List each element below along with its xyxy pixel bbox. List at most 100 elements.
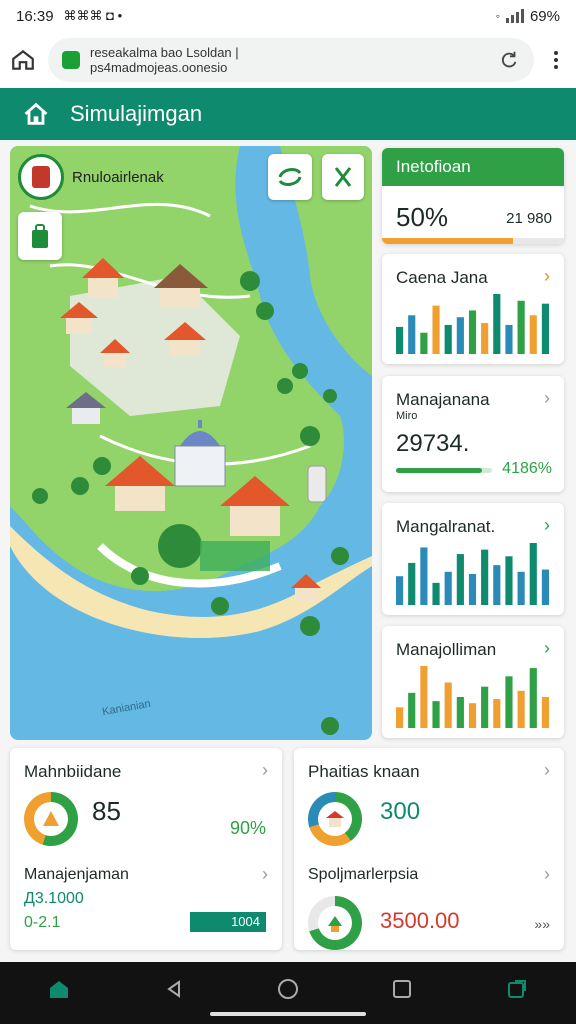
chart-bar xyxy=(468,310,477,354)
browser-toolbar: reseakalma bao Lsoldan | ps4madmojeas.oo… xyxy=(0,32,576,88)
clock: 16:39 xyxy=(16,7,54,25)
chart-card-3-title: Mangalranat. xyxy=(396,517,496,536)
chart-card-1-bars xyxy=(396,294,549,354)
chart-bar xyxy=(481,686,489,728)
info-card-value: 21 980 xyxy=(506,210,552,227)
chevron-right-icon[interactable]: › xyxy=(262,760,268,781)
app-bar: Simulajimgan xyxy=(0,88,576,140)
chart-bar xyxy=(420,547,428,605)
url-line2: ps4madmojeas.oonesio xyxy=(90,60,228,75)
chart-bar xyxy=(493,565,501,605)
menu-dots-icon[interactable] xyxy=(546,47,566,73)
chevron-right-icon[interactable]: › xyxy=(544,864,550,885)
summary-right-title: Phaitias knaan xyxy=(308,762,420,781)
stat-card-2[interactable]: Manajanana › Miro 29734. 4186% xyxy=(382,376,564,492)
recents-icon[interactable] xyxy=(392,979,412,999)
app-title: Simulajimgan xyxy=(70,101,203,126)
chart-bar xyxy=(541,569,549,605)
refresh-icon[interactable] xyxy=(498,49,520,71)
summary-left-subtitle: Manajenjaman xyxy=(24,866,129,883)
stat-card-2-subtitle: Miro xyxy=(396,410,418,422)
lock-icon xyxy=(62,51,80,69)
stat-card-2-progress-fill xyxy=(396,468,483,473)
chart-card-1[interactable]: Caena Jana › xyxy=(382,254,564,364)
info-progress-track xyxy=(382,238,564,244)
chart-bar xyxy=(541,303,549,354)
summary-left-button[interactable]: 1004 xyxy=(190,912,266,932)
chart-bar xyxy=(456,697,464,728)
tools-icon xyxy=(334,167,352,187)
summary-right-donut xyxy=(308,792,362,846)
chevron-right-icon[interactable]: › xyxy=(544,638,550,659)
info-card[interactable]: Inetofioan 50% 21 980 xyxy=(382,148,564,244)
summary-left-sub-value-2: 0-2.1 xyxy=(24,914,61,931)
chart-bar xyxy=(444,682,452,728)
stat-card-2-title: Manajanana xyxy=(396,390,490,409)
battery-level: 69% xyxy=(529,7,560,25)
summary-left-title: Mahnbiidane xyxy=(24,762,122,781)
info-progress-fill xyxy=(382,238,514,244)
chevron-right-icon[interactable]: › xyxy=(544,388,550,409)
chart-bar xyxy=(517,300,525,354)
info-card-percent: 50% xyxy=(396,202,449,232)
chevron-right-icon[interactable]: › xyxy=(544,515,550,536)
home-icon[interactable] xyxy=(10,47,36,73)
gesture-bar[interactable] xyxy=(210,1012,366,1016)
chart-bar xyxy=(444,324,452,354)
chevron-right-icon[interactable]: › xyxy=(544,266,550,287)
summary-right-sub-value: 3500.00 xyxy=(380,908,460,933)
home-icon[interactable] xyxy=(22,100,50,128)
map-badge: Rnuloairlenak xyxy=(18,154,164,200)
pagoda-icon xyxy=(328,916,342,932)
sync-icon xyxy=(278,168,302,186)
chart-bar xyxy=(408,315,416,354)
system-nav-bar xyxy=(0,962,576,1024)
chart-card-1-title: Caena Jana xyxy=(396,268,488,287)
island-map[interactable]: Rnuloairlenak Kanianian xyxy=(10,146,372,740)
chart-bar xyxy=(505,556,513,605)
recenter-button[interactable] xyxy=(268,154,312,200)
back-icon[interactable] xyxy=(164,979,184,999)
double-chevron-icon[interactable]: »» xyxy=(534,916,550,932)
chart-card-3[interactable]: Mangalranat. › xyxy=(382,503,564,615)
chart-bar xyxy=(420,666,428,728)
chart-bar xyxy=(529,543,537,605)
chart-bar xyxy=(481,549,489,605)
summary-card-left[interactable]: Mahnbiidane › 85 90% Manajenjaman › Д3.1… xyxy=(10,748,282,950)
chart-bar xyxy=(432,701,440,728)
emblem-logo xyxy=(18,154,64,200)
chart-bar xyxy=(468,574,477,605)
rotate-icon[interactable] xyxy=(505,977,529,1001)
url-field[interactable]: reseakalma bao Lsoldan | ps4madmojeas.oo… xyxy=(48,38,534,82)
chart-bar xyxy=(456,317,464,354)
summary-card-right[interactable]: Phaitias knaan › 300 Spoljmarlerpsia › 3… xyxy=(294,748,564,950)
tools-button[interactable] xyxy=(322,154,364,200)
chevron-right-icon[interactable]: › xyxy=(544,760,550,781)
chart-card-4-bars xyxy=(396,666,549,728)
chart-bar xyxy=(493,699,501,728)
summary-left-percent: 90% xyxy=(229,818,266,838)
url-line1: reseakalma bao Lsoldan | xyxy=(90,45,239,60)
chart-bar xyxy=(456,554,464,605)
chart-bar xyxy=(432,305,440,354)
chart-bar xyxy=(408,692,416,728)
bag-icon xyxy=(32,224,48,248)
home-icon[interactable] xyxy=(47,977,71,1001)
chart-bar xyxy=(468,703,477,728)
summary-right-subtitle: Spoljmarlerpsia xyxy=(308,866,419,883)
chevron-right-icon[interactable]: › xyxy=(262,864,268,885)
chart-bar xyxy=(432,582,440,605)
map-badge-label: Rnuloairlenak xyxy=(72,168,164,186)
chart-bar xyxy=(493,294,501,354)
layers-button[interactable] xyxy=(18,212,62,260)
chart-bar xyxy=(517,690,525,728)
summary-left-donut xyxy=(24,792,78,846)
wifi-icon: ◦ xyxy=(495,9,500,23)
summary-left-value: 85 xyxy=(92,796,121,826)
chart-card-4[interactable]: Manajolliman › xyxy=(382,626,564,738)
chart-bar xyxy=(408,562,416,605)
chart-bar xyxy=(505,676,513,728)
house-icon xyxy=(326,811,344,827)
chart-bar xyxy=(396,326,404,354)
home-circle-icon[interactable] xyxy=(277,978,299,1000)
